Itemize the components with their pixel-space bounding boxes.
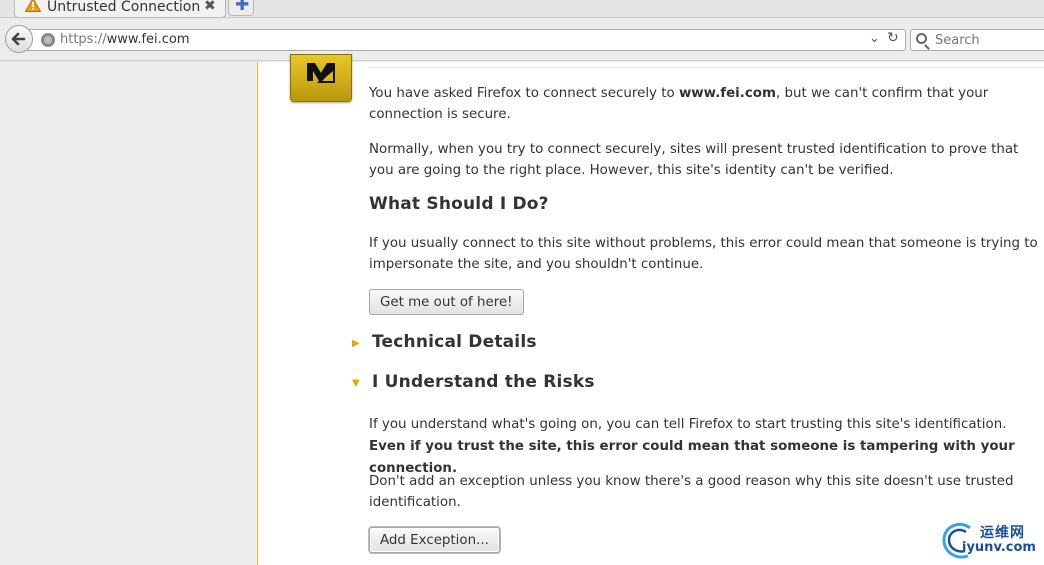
back-arrow-icon: [11, 32, 26, 46]
certificate-error-icon: [290, 54, 352, 102]
back-button[interactable]: [5, 25, 33, 53]
search-bar[interactable]: Search: [910, 29, 1044, 51]
warning-triangle-icon: [25, 0, 41, 12]
new-tab-button[interactable]: ✚: [228, 0, 254, 16]
title-divider: [369, 67, 1044, 68]
url-host: www.fei.com: [106, 32, 190, 47]
watermark-en: iyunv.com: [962, 540, 1036, 555]
tab-untrusted-connection[interactable]: Untrusted Connection ✖: [14, 0, 226, 18]
reload-icon[interactable]: ↻: [887, 30, 899, 46]
exception-warning-paragraph: Don't add an exception unless you know t…: [369, 474, 1014, 510]
what-should-i-do-paragraph: If you usually connect to this site with…: [369, 236, 1038, 272]
watermark-cn: 运维网: [980, 525, 1025, 541]
tab-strip: Untrusted Connection ✖ ✚: [0, 0, 1044, 18]
url-text[interactable]: https://www.fei.com: [60, 32, 190, 47]
navigation-bar: https://www.fei.com ⌄ ↻ Search: [0, 19, 1044, 61]
risks-text-plain: If you understand what's going on, you c…: [369, 417, 1007, 432]
intro-text-prefix: You have asked Firefox to connect secure…: [369, 86, 679, 101]
get-me-out-button[interactable]: Get me out of here!: [369, 289, 524, 315]
tab-close-icon[interactable]: ✖: [204, 0, 216, 14]
watermark: 运维网 iyunv.com: [936, 518, 1044, 564]
intro-host: www.fei.com: [678, 86, 776, 101]
what-should-i-do-heading: What Should I Do?: [369, 194, 549, 214]
expanded-twisty-icon[interactable]: ▼: [352, 378, 360, 389]
error-page-container: You have asked Firefox to connect secure…: [257, 54, 1044, 565]
history-dropdown-icon[interactable]: ⌄: [869, 31, 880, 46]
page-content: You have asked Firefox to connect secure…: [0, 54, 1044, 565]
risks-text-bold: Even if you trust the site, this error c…: [369, 439, 1015, 476]
search-placeholder: Search: [935, 33, 980, 48]
technical-details-heading[interactable]: Technical Details: [372, 332, 537, 352]
add-exception-button[interactable]: Add Exception...: [369, 527, 500, 553]
url-scheme: https://: [60, 32, 107, 47]
url-bar[interactable]: https://www.fei.com ⌄ ↻: [24, 29, 906, 51]
intro-paragraph: You have asked Firefox to connect secure…: [369, 84, 1044, 125]
understand-risks-heading[interactable]: I Understand the Risks: [372, 372, 595, 392]
plus-icon: ✚: [235, 0, 250, 15]
collapsed-twisty-icon[interactable]: ▶: [352, 338, 360, 349]
globe-icon: [41, 33, 55, 47]
search-icon: [916, 33, 927, 44]
tab-title: Untrusted Connection: [47, 0, 201, 15]
explanation-paragraph: Normally, when you try to connect secure…: [369, 142, 1019, 178]
risks-paragraph: If you understand what's going on, you c…: [369, 414, 1044, 480]
certificate-glyph-icon: [307, 63, 335, 83]
